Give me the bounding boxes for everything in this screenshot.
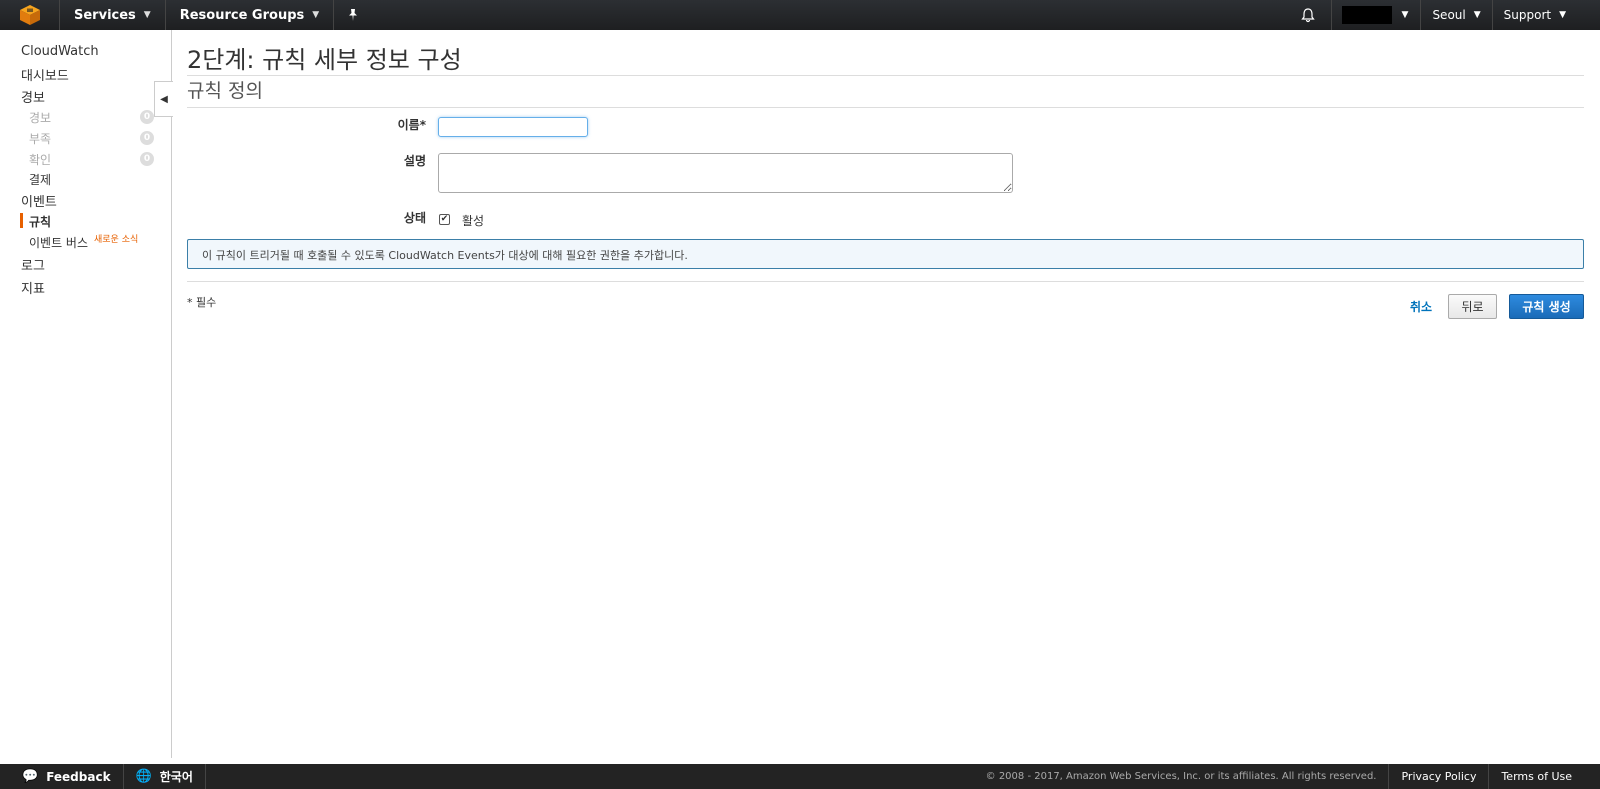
region-menu[interactable]: Seoul ▼: [1421, 0, 1493, 30]
bell-icon[interactable]: [1286, 0, 1332, 30]
account-menu[interactable]: ▼: [1332, 0, 1422, 30]
page-title: 2단계: 규칙 세부 정보 구성: [187, 46, 462, 74]
sidebar: CloudWatch 대시보드 경보 경보 0 부족 0 확인 0 결제 이벤트…: [0, 30, 172, 758]
chevron-down-icon: ▼: [1559, 10, 1566, 20]
chevron-down-icon: ▼: [143, 10, 151, 20]
sidebar-item-alarms[interactable]: 경보: [21, 87, 45, 106]
checkbox-check-icon: ✔: [440, 214, 449, 224]
copyright-text: © 2008 - 2017, Amazon Web Services, Inc.…: [974, 764, 1390, 789]
active-indicator: [20, 213, 23, 228]
language-selector[interactable]: 🌐 한국어: [124, 764, 206, 789]
sidebar-item-events[interactable]: 이벤트: [21, 191, 57, 210]
privacy-policy-link[interactable]: Privacy Policy: [1389, 764, 1490, 789]
language-label: 한국어: [159, 770, 193, 784]
terms-of-use-link[interactable]: Terms of Use: [1489, 764, 1600, 789]
required-note: * 필수: [187, 296, 217, 309]
resource-groups-menu[interactable]: Resource Groups ▼: [166, 0, 335, 30]
support-menu[interactable]: Support ▼: [1493, 0, 1600, 30]
permissions-info-box: 이 규칙이 트리거될 때 호출될 수 있도록 CloudWatch Events…: [187, 239, 1584, 269]
divider: [187, 75, 1584, 76]
ok-count-badge: 0: [140, 152, 154, 166]
rule-description-input[interactable]: [438, 153, 1013, 193]
top-nav-bar: Services ▼ Resource Groups ▼ ▼ Seoul ▼ S…: [0, 0, 1600, 30]
chevron-down-icon: ▼: [312, 10, 320, 20]
sidebar-item-insufficient[interactable]: 부족: [29, 130, 51, 147]
description-label: 설명: [403, 154, 426, 168]
account-name-redacted: [1341, 6, 1392, 24]
chevron-down-icon: ▼: [1401, 10, 1409, 20]
sidebar-item-billing[interactable]: 결제: [29, 171, 51, 188]
services-label: Services: [74, 7, 136, 23]
new-badge: 새로운 소식: [94, 235, 139, 245]
feedback-button[interactable]: 💬 Feedback: [0, 764, 124, 789]
create-rule-button[interactable]: 규칙 생성: [1509, 294, 1584, 319]
aws-logo-icon[interactable]: [0, 0, 60, 30]
sidebar-item-dashboard[interactable]: 대시보드: [21, 65, 69, 84]
footer: 💬 Feedback 🌐 한국어 © 2008 - 2017, Amazon W…: [0, 764, 1600, 789]
alarm-count-badge: 0: [140, 110, 154, 124]
cancel-button[interactable]: 취소: [1410, 298, 1432, 315]
sidebar-item-metrics[interactable]: 지표: [21, 278, 45, 297]
info-text: 이 규칙이 트리거될 때 호출될 수 있도록 CloudWatch Events…: [202, 249, 688, 262]
globe-icon: 🌐: [135, 769, 152, 784]
sidebar-item-alarm-state[interactable]: 경보: [29, 109, 51, 126]
feedback-label: Feedback: [46, 769, 111, 784]
divider: [187, 107, 1584, 108]
sidebar-item-logs[interactable]: 로그: [21, 255, 45, 274]
services-menu[interactable]: Services ▼: [60, 0, 166, 30]
resource-groups-label: Resource Groups: [179, 7, 305, 23]
section-title: 규칙 정의: [187, 80, 263, 102]
enabled-label[interactable]: 활성: [462, 212, 484, 229]
insufficient-count-badge: 0: [140, 131, 154, 145]
chevron-down-icon: ▼: [1473, 10, 1481, 20]
enabled-checkbox[interactable]: ✔: [439, 214, 450, 225]
collapse-left-icon[interactable]: ◀: [154, 81, 173, 117]
back-button[interactable]: 뒤로: [1448, 294, 1497, 319]
rule-name-input[interactable]: [438, 117, 588, 137]
sidebar-item-cloudwatch[interactable]: CloudWatch: [21, 44, 99, 59]
sidebar-item-event-buses[interactable]: 이벤트 버스: [29, 234, 88, 251]
pin-icon[interactable]: [334, 0, 372, 30]
name-label: 이름*: [397, 118, 426, 132]
speech-bubble-icon: 💬: [22, 769, 39, 784]
region-label: Seoul: [1432, 8, 1466, 22]
state-label: 상태: [403, 211, 426, 225]
sidebar-item-ok[interactable]: 확인: [29, 151, 51, 168]
divider: [187, 281, 1584, 282]
support-label: Support: [1503, 8, 1552, 22]
sidebar-item-rules[interactable]: 규칙: [29, 213, 51, 230]
